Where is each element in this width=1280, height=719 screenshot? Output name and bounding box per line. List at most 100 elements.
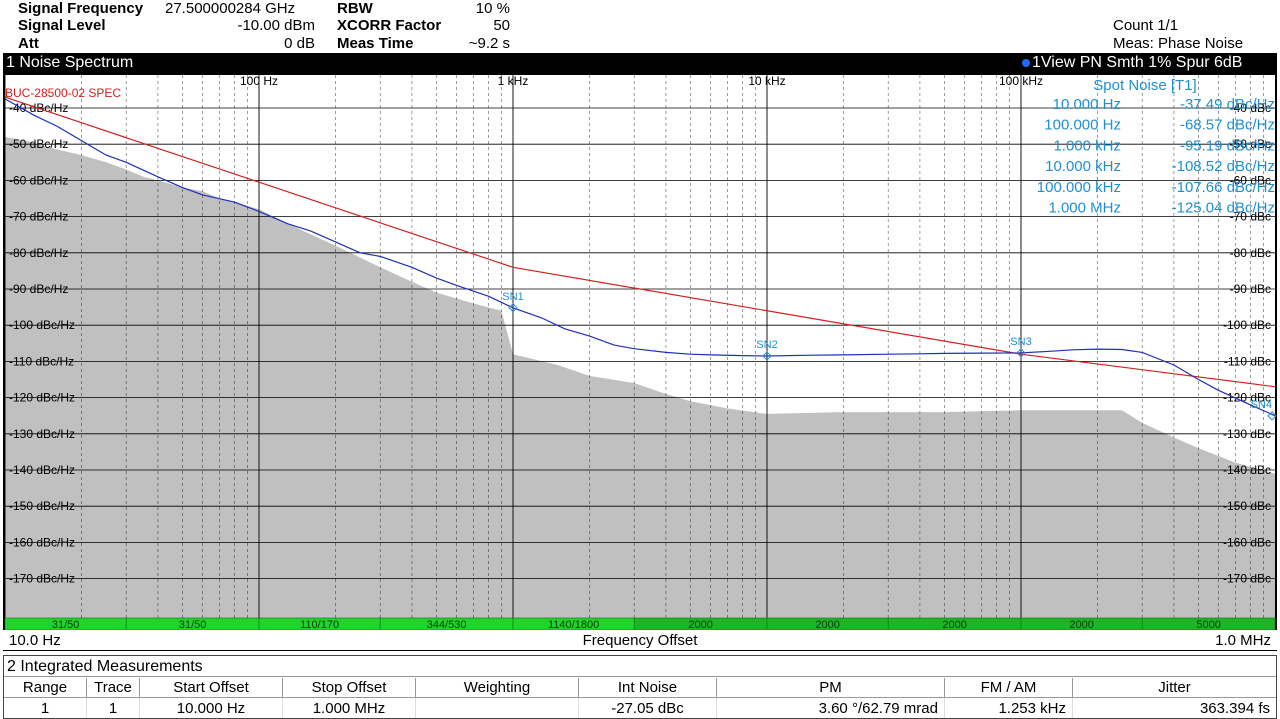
xcorr-factor-value[interactable]: 50 bbox=[440, 17, 510, 34]
y-tick-label-right: -80 dBc bbox=[1230, 246, 1271, 260]
y-tick-label-right: -110 dBc bbox=[1224, 354, 1271, 368]
y-tick-label-right: -160 dBc bbox=[1223, 535, 1271, 549]
x-axis-title: Frequency Offset bbox=[583, 632, 699, 649]
view-info: 1View PN Smth 1% Spur 6dB bbox=[1032, 54, 1243, 71]
range-cell: 1 bbox=[4, 697, 87, 718]
marker-label: SN4 bbox=[1251, 399, 1272, 411]
integrated-measurements-title: 2 Integrated Measurements bbox=[4, 656, 1276, 677]
jitter-cell: 363.394 fs bbox=[1199, 699, 1270, 717]
y-tick-label-left: -110 dBc/Hz bbox=[9, 354, 74, 368]
spot-noise-value: -37.49 dBc/Hz bbox=[1180, 96, 1275, 113]
y-tick-label-right: -100 dBc bbox=[1223, 318, 1271, 332]
xcorr-factor-label: XCORR Factor bbox=[337, 17, 442, 34]
y-tick-label-left: -50 dBc/Hz bbox=[9, 137, 68, 151]
y-tick-label-left: -120 dBc/Hz bbox=[9, 391, 75, 405]
column-header: FM / AM bbox=[944, 678, 1073, 698]
x-stop-label: 1.0 MHz bbox=[1215, 632, 1271, 649]
fm-am-cell: 1.253 kHz bbox=[944, 697, 1073, 718]
measurement-settings-header: Signal Frequency 27.500000284 GHz Signal… bbox=[0, 0, 1280, 53]
marker-label: SN1 bbox=[502, 291, 523, 303]
xcorr-segment-label: 110/170 bbox=[300, 619, 339, 631]
att-value[interactable]: 0 dB bbox=[200, 35, 315, 52]
table-header-row: Range Trace Start Offset Stop Offset Wei… bbox=[4, 678, 1276, 698]
rbw-value[interactable]: 10 % bbox=[440, 0, 510, 17]
spot-noise-value: -108.52 dBc/Hz bbox=[1172, 158, 1275, 175]
spot-noise-offset: 10.000 kHz bbox=[1045, 158, 1121, 175]
xcorr-segment-label: 5000 bbox=[1196, 619, 1220, 631]
column-header: Int Noise bbox=[578, 678, 717, 698]
rbw-label: RBW bbox=[337, 0, 373, 17]
xcorr-segment-label: 1140/1800 bbox=[548, 619, 599, 631]
column-header: Jitter bbox=[1072, 678, 1276, 698]
column-header: Weighting bbox=[415, 678, 579, 698]
column-header: Stop Offset bbox=[282, 678, 416, 698]
table-row[interactable]: 1 1 10.000 Hz 1.000 MHz -27.05 dBc 3.60 … bbox=[4, 697, 1276, 718]
xcorr-segment-label: 2000 bbox=[688, 619, 712, 631]
stop-offset-cell[interactable]: 1.000 MHz bbox=[282, 697, 416, 718]
measurement-mode: Meas: Phase Noise bbox=[1113, 35, 1244, 52]
column-header: Start Offset bbox=[139, 678, 283, 698]
y-tick-label-right: -130 dBc bbox=[1223, 427, 1271, 441]
noise-spectrum-window[interactable]: 1 Noise Spectrum 1View PN Smth 1% Spur 6… bbox=[3, 53, 1277, 651]
y-tick-label-right: -150 dBc bbox=[1223, 499, 1271, 513]
pm-cell: 3.60 °/62.79 mrad bbox=[716, 697, 945, 718]
start-offset-cell[interactable]: 10.000 Hz bbox=[139, 697, 283, 718]
x-tick-label: 1 kHz bbox=[498, 74, 529, 88]
spot-noise-value: -125.04 dBc/Hz bbox=[1172, 200, 1275, 217]
meas-time-label: Meas Time bbox=[337, 35, 414, 52]
xcorr-segment-label: 2000 bbox=[1069, 619, 1093, 631]
trace-cell: 1 bbox=[86, 697, 140, 718]
xcorr-segment-label: 344/530 bbox=[427, 619, 467, 631]
spec-limit-label: BUC-28500-02 SPEC bbox=[5, 86, 121, 100]
y-tick-label-left: -150 dBc/Hz bbox=[9, 499, 75, 513]
spot-noise-offset: 1.000 MHz bbox=[1048, 200, 1121, 217]
att-label: Att bbox=[18, 35, 39, 52]
spot-noise-value: -68.57 dBc/Hz bbox=[1180, 117, 1275, 134]
y-tick-label-left: -60 dBc/Hz bbox=[9, 173, 68, 187]
sweep-count: Count 1/1 bbox=[1113, 17, 1179, 34]
xcorr-segment-label: 31/50 bbox=[52, 619, 80, 631]
integrated-measurements-table: Range Trace Start Offset Stop Offset Wei… bbox=[4, 678, 1276, 718]
signal-frequency-label: Signal Frequency bbox=[18, 0, 144, 17]
y-tick-label-left: -90 dBc/Hz bbox=[9, 282, 68, 296]
y-tick-label-left: -80 dBc/Hz bbox=[9, 246, 68, 260]
marker-label: SN2 bbox=[756, 339, 777, 351]
spot-noise-offset: 10.000 Hz bbox=[1053, 96, 1121, 113]
spot-noise-offset: 1.000 kHz bbox=[1053, 137, 1121, 154]
y-tick-label-left: -70 dBc/Hz bbox=[9, 210, 68, 224]
spot-noise-title: Spot Noise [T1] bbox=[1093, 77, 1196, 94]
window-title-bar: 1 Noise Spectrum 1View PN Smth 1% Spur 6… bbox=[3, 53, 1277, 73]
meas-time-value[interactable]: ~9.2 s bbox=[440, 35, 510, 52]
spot-noise-offset: 100.000 kHz bbox=[1037, 179, 1121, 196]
trace-indicator-icon bbox=[1022, 59, 1030, 67]
xcorr-segment-label: 2000 bbox=[942, 619, 966, 631]
noise-spectrum-plot[interactable]: -40 dBc/Hz -40 dBc-50 dBc/Hz -50 dBc-60 dB… bbox=[3, 73, 1277, 651]
spot-noise-value: -107.66 dBc/Hz bbox=[1172, 179, 1275, 196]
window-title: 1 Noise Spectrum bbox=[6, 54, 134, 71]
spot-noise-offset: 100.000 Hz bbox=[1044, 117, 1121, 134]
column-header: Trace bbox=[86, 678, 140, 698]
y-tick-label-left: -130 dBc/Hz bbox=[9, 427, 75, 441]
y-tick-label-right: -170 dBc bbox=[1223, 572, 1271, 586]
column-header: Range bbox=[4, 678, 87, 698]
xcorr-segment-label: 31/50 bbox=[179, 619, 207, 631]
column-header: PM bbox=[716, 678, 945, 698]
y-tick-label-left: -170 dBc/Hz bbox=[9, 572, 75, 586]
y-tick-label-left: -140 dBc/Hz bbox=[9, 463, 75, 477]
x-start-label: 10.0 Hz bbox=[9, 632, 61, 649]
marker-label: SN3 bbox=[1010, 336, 1031, 348]
y-tick-label-left: -100 dBc/Hz bbox=[9, 318, 75, 332]
xcorr-segment-label: 2000 bbox=[815, 619, 839, 631]
y-tick-label-left: -160 dBc/Hz bbox=[9, 535, 75, 549]
integrated-measurements-window[interactable]: 2 Integrated Measurements Range Trace St… bbox=[3, 655, 1277, 719]
signal-frequency-value[interactable]: 27.500000284 GHz bbox=[165, 0, 295, 17]
signal-level-value[interactable]: -10.00 dBm bbox=[200, 17, 315, 34]
y-tick-label-right: -140 dBc bbox=[1223, 463, 1271, 477]
y-tick-label-right: -90 dBc bbox=[1230, 282, 1271, 296]
weighting-cell[interactable] bbox=[415, 697, 579, 718]
x-tick-label: 10 kHz bbox=[748, 74, 785, 88]
x-tick-label: 100 Hz bbox=[240, 74, 278, 88]
spot-noise-value: -95.19 dBc/Hz bbox=[1180, 137, 1275, 154]
signal-level-label: Signal Level bbox=[18, 17, 106, 34]
int-noise-cell: -27.05 dBc bbox=[578, 697, 717, 718]
